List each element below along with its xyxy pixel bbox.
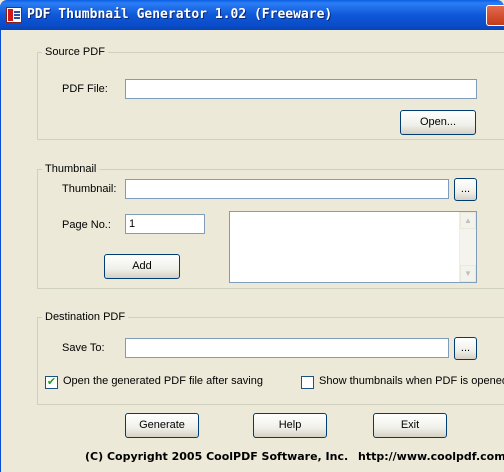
open-after-saving-label[interactable]: Open the generated PDF file after saving (63, 375, 263, 387)
open-after-saving-checkbox[interactable]: ✔ (45, 376, 58, 389)
page-number-input[interactable] (125, 214, 205, 234)
thumbnail-list[interactable]: ▲ ▼ (229, 211, 477, 283)
thumbnail-group-label: Thumbnail (42, 163, 100, 175)
page-number-label: Page No.: (62, 219, 111, 231)
save-to-label: Save To: (62, 342, 105, 354)
scroll-up-icon[interactable]: ▲ (460, 212, 476, 229)
exit-button[interactable]: Exit (373, 413, 447, 438)
main-window: Source PDF PDF File: Open... Thumbnail T… (0, 30, 504, 472)
window-title: PDF Thumbnail Generator 1.02 (Freeware) (27, 7, 333, 22)
thumbnail-browse-button[interactable]: ... (454, 178, 477, 201)
thumbnail-label: Thumbnail: (62, 183, 117, 195)
pdf-file-label: PDF File: (62, 83, 108, 95)
destination-pdf-group: Destination PDF (37, 311, 504, 405)
pdf-app-icon (6, 7, 22, 23)
add-button[interactable]: Add (104, 254, 180, 279)
destination-pdf-group-label: Destination PDF (42, 311, 129, 323)
help-button[interactable]: Help (253, 413, 327, 438)
website-link[interactable]: http://www.coolpdf.com (358, 450, 504, 463)
save-to-browse-button[interactable]: ... (454, 337, 477, 360)
scroll-down-icon[interactable]: ▼ (460, 265, 476, 282)
copyright-text: (C) Copyright 2005 CoolPDF Software, Inc… (85, 450, 349, 463)
pdf-file-input[interactable] (125, 79, 477, 99)
generate-button[interactable]: Generate (125, 413, 199, 438)
show-thumbnails-checkbox[interactable] (301, 376, 314, 389)
save-to-input[interactable] (125, 338, 449, 358)
open-button[interactable]: Open... (400, 110, 476, 135)
show-thumbnails-label[interactable]: Show thumbnails when PDF is opened (319, 375, 504, 387)
title-bar[interactable]: PDF Thumbnail Generator 1.02 (Freeware) (0, 0, 504, 30)
thumbnail-input[interactable] (125, 179, 449, 199)
close-button[interactable] (486, 5, 504, 26)
source-pdf-group-label: Source PDF (42, 46, 108, 58)
thumbnail-list-scrollbar[interactable]: ▲ ▼ (459, 212, 476, 282)
